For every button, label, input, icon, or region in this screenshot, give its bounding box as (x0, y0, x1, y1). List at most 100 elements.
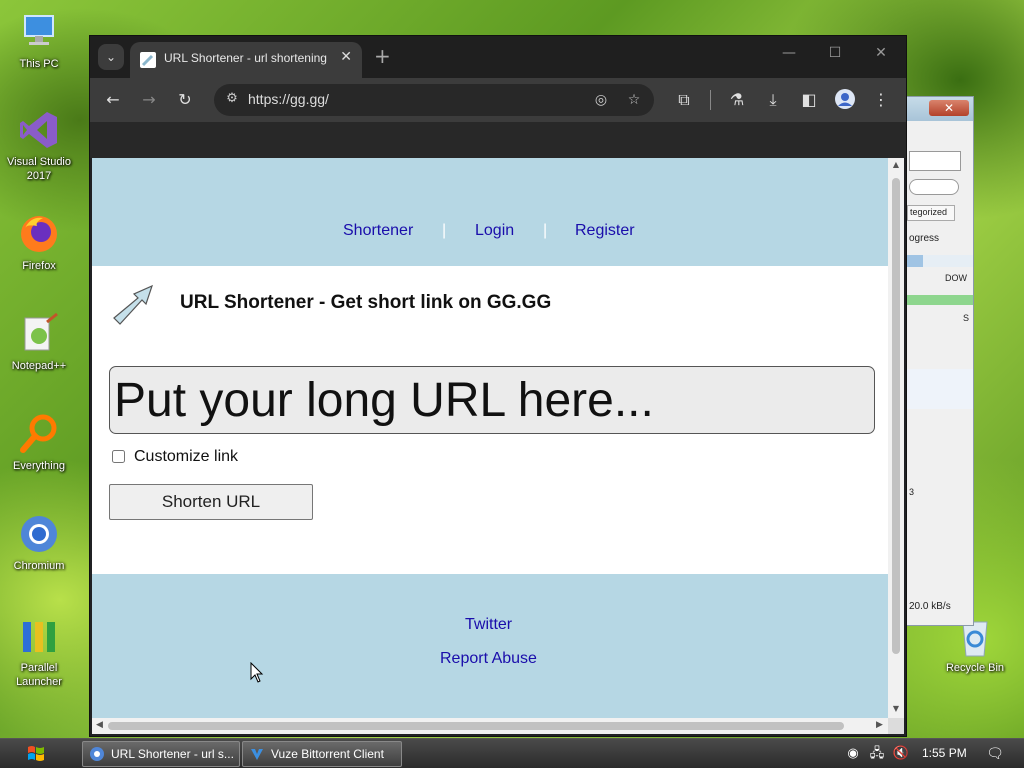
nav-separator: | (442, 222, 447, 239)
background-row (907, 369, 973, 409)
network-icon[interactable]: 🖧 (868, 744, 886, 762)
page-title: URL Shortener - Get short link on GG.GG (180, 292, 552, 313)
labs-flask-icon[interactable]: ⚗ (726, 89, 748, 111)
side-panel-icon[interactable]: ◧ (798, 89, 820, 111)
profile-avatar-icon[interactable] (834, 89, 856, 111)
background-input[interactable] (909, 151, 961, 171)
taskbar-clock[interactable]: 1:55 PM (922, 746, 967, 760)
scroll-up-icon[interactable]: ▲ (888, 160, 904, 169)
close-icon[interactable]: ✕ (340, 49, 352, 65)
site-footer: Twitter Report Abuse (92, 574, 888, 718)
menu-kebab-icon[interactable]: ⋮ (870, 89, 892, 111)
start-windows-icon[interactable] (14, 741, 58, 767)
footer-link-twitter[interactable]: Twitter (465, 616, 512, 634)
background-text: 3 (909, 487, 915, 497)
desktop-icon-firefox[interactable]: Firefox (4, 212, 74, 273)
background-text: ogress (909, 233, 940, 244)
bookmark-bar (90, 122, 906, 158)
nav-link-login[interactable]: Login (475, 222, 514, 240)
action-center-icon[interactable]: 🗨 (986, 745, 1004, 763)
background-text: tegorized (910, 207, 948, 217)
tab-search-button[interactable]: ⌄ (98, 44, 124, 70)
forward-icon[interactable]: → (138, 89, 160, 111)
background-search[interactable] (909, 179, 959, 195)
scroll-left-icon[interactable]: ◀ (96, 720, 103, 730)
background-text: DOW (945, 273, 967, 283)
toolbar-divider (710, 90, 711, 110)
background-bar (907, 295, 973, 305)
page-favicon-icon (140, 52, 156, 68)
browser-window[interactable]: ⌄ URL Shortener - url shortening ✕ + — ☐… (90, 36, 906, 736)
volume-muted-icon[interactable]: 🔇 (892, 744, 910, 762)
bookmark-star-icon[interactable]: ☆ (624, 90, 644, 110)
background-progress (907, 255, 973, 267)
chromium-icon (21, 516, 57, 552)
scroll-down-icon[interactable]: ▼ (888, 704, 904, 713)
taskbar: URL Shortener - url s... Vuze Bittorrent… (0, 738, 1024, 768)
horizontal-scroll-thumb[interactable] (108, 722, 844, 730)
minimize-icon[interactable]: — (774, 45, 804, 61)
desktop-icon-label: Visual Studio 2017 (6, 156, 71, 182)
arrow-logo-icon (113, 284, 153, 325)
footer-link-report-abuse[interactable]: Report Abuse (440, 650, 537, 668)
desktop-icon-parallel-launcher[interactable]: Parallel Launcher (4, 614, 74, 689)
parallel-launcher-icon (23, 622, 55, 652)
magnifier-icon (20, 414, 57, 453)
desktop-icon-chromium[interactable]: Chromium (4, 512, 74, 573)
customize-link-label: Customize link (134, 448, 239, 465)
taskbar-item-chromium[interactable]: URL Shortener - url s... (82, 741, 240, 767)
nav-separator: | (543, 222, 548, 239)
background-text: 20.0 kB/s (909, 601, 951, 612)
tab-title: URL Shortener - url shortening (164, 51, 327, 65)
browser-toolbar: ← → ↻ ⚙ https://gg.gg/ ◎ ☆ ⧉ ⚗ ⤓ ◧ ⋮ (90, 78, 906, 122)
background-tag[interactable]: tegorized (907, 205, 955, 221)
background-text: S (963, 313, 970, 323)
long-url-input[interactable] (109, 366, 875, 434)
desktop-icon-label: Recycle Bin (945, 662, 1005, 674)
mouse-cursor-icon (250, 662, 264, 683)
desktop-icon-label: Everything (13, 460, 65, 472)
close-icon[interactable]: ✕ (929, 100, 969, 116)
address-url: https://gg.gg/ (248, 91, 329, 107)
background-window-vuze[interactable]: ✕ tegorized ogress DOW S 3 20.0 kB/s (906, 96, 974, 626)
taskbar-item-label: Vuze Bittorrent Client (271, 747, 384, 761)
chevron-down-icon: ⌄ (105, 50, 117, 64)
vertical-scroll-thumb[interactable] (892, 178, 900, 654)
site-info-icon[interactable]: ⚙ (222, 89, 242, 109)
visual-studio-icon (20, 112, 57, 148)
desktop-icon-visual-studio[interactable]: Visual Studio 2017 (4, 108, 74, 183)
nav-link-shortener[interactable]: Shortener (343, 222, 413, 240)
scroll-right-icon[interactable]: ▶ (876, 720, 883, 730)
desktop-icon-notepad-plus-plus[interactable]: Notepad++ (4, 312, 74, 373)
new-tab-icon[interactable]: + (374, 44, 391, 68)
horizontal-scrollbar[interactable]: ◀ ▶ (92, 718, 888, 734)
desktop-icon-label: This PC (19, 58, 59, 70)
shorten-url-button[interactable]: Shorten URL (109, 484, 313, 520)
maximize-icon[interactable]: ☐ (820, 45, 850, 61)
desktop-icon-everything[interactable]: Everything (4, 412, 74, 473)
tab-strip: ⌄ URL Shortener - url shortening ✕ + — ☐… (90, 36, 906, 78)
background-window-titlebar: ✕ (907, 97, 973, 121)
vertical-scrollbar[interactable]: ▲ ▼ (888, 158, 904, 718)
desktop: This PC Visual Studio 2017 Firefox Notep… (0, 0, 1024, 768)
back-icon[interactable]: ← (102, 89, 124, 111)
firefox-icon (21, 216, 57, 252)
customize-link-checkbox[interactable] (112, 450, 125, 463)
desktop-icon-this-pc[interactable]: This PC (4, 10, 74, 71)
nav-link-register[interactable]: Register (575, 222, 635, 240)
desktop-icon-label: Chromium (13, 560, 65, 572)
extensions-icon[interactable]: ⧉ (673, 89, 695, 111)
chromium-icon (90, 747, 104, 761)
close-window-icon[interactable]: ✕ (866, 45, 896, 61)
tracking-protection-icon[interactable]: ◎ (591, 90, 611, 110)
download-icon[interactable]: ⤓ (762, 89, 784, 111)
tray-app-icon[interactable]: ◉ (844, 744, 862, 762)
tab-url-shortener[interactable]: URL Shortener - url shortening ✕ (130, 42, 362, 78)
taskbar-item-vuze[interactable]: Vuze Bittorrent Client (242, 741, 402, 767)
address-bar[interactable]: ⚙ https://gg.gg/ ◎ ☆ (214, 84, 654, 116)
page-viewport: Shortener | Login | Register URL Shorten… (92, 158, 888, 718)
reload-icon[interactable]: ↻ (174, 89, 196, 111)
computer-icon (24, 15, 54, 45)
desktop-icon-label: Firefox (22, 260, 56, 272)
taskbar-item-label: URL Shortener - url s... (111, 747, 234, 761)
